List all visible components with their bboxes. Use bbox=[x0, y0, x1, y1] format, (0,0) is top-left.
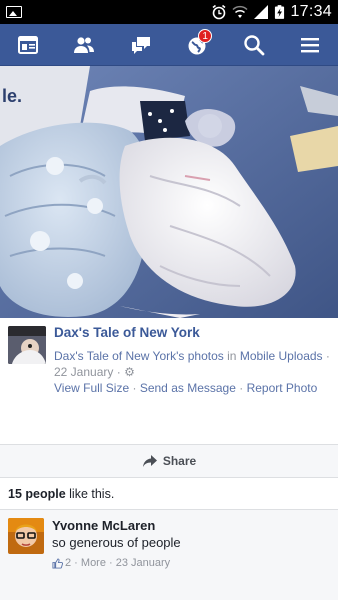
share-button[interactable]: Share bbox=[0, 444, 338, 478]
status-bar: 17:34 bbox=[0, 0, 338, 24]
album-owner-link[interactable]: Dax's Tale of New York's photos bbox=[54, 349, 224, 363]
dot-separator: · bbox=[116, 365, 121, 379]
messages-button[interactable] bbox=[123, 27, 159, 63]
card-spacer bbox=[0, 404, 338, 444]
like-thumb-icon bbox=[52, 557, 63, 569]
album-link[interactable]: Mobile Uploads bbox=[240, 349, 323, 363]
svg-text:le.: le. bbox=[2, 86, 22, 106]
post-photo[interactable]: le. bbox=[0, 66, 338, 318]
commenter-avatar[interactable] bbox=[8, 518, 44, 554]
page-avatar[interactable] bbox=[8, 326, 46, 364]
dot-separator: · bbox=[239, 381, 244, 395]
messages-icon bbox=[131, 36, 150, 54]
dot-separator: · bbox=[325, 349, 330, 363]
page-name-link[interactable]: Dax's Tale of New York bbox=[54, 324, 330, 342]
image-icon bbox=[6, 6, 22, 18]
send-as-message-link[interactable]: Send as Message bbox=[140, 381, 236, 395]
comment-text: so generous of people bbox=[52, 535, 181, 550]
report-photo-link[interactable]: Report Photo bbox=[247, 381, 318, 395]
share-arrow-icon bbox=[142, 455, 157, 467]
view-full-size-link[interactable]: View Full Size bbox=[54, 381, 129, 395]
post-meta: Dax's Tale of New York's photos in Mobil… bbox=[54, 348, 330, 380]
notification-badge: 1 bbox=[198, 28, 213, 43]
post-card: Dax's Tale of New York Dax's Tale of New… bbox=[0, 318, 338, 404]
comment-more-link[interactable]: More bbox=[81, 557, 106, 569]
menu-button[interactable] bbox=[292, 27, 328, 63]
commenter-name[interactable]: Yvonne McLaren bbox=[52, 518, 181, 534]
friends-button[interactable] bbox=[66, 27, 102, 63]
signal-icon bbox=[254, 5, 269, 19]
alarm-icon bbox=[212, 4, 226, 20]
likes-count: 15 people bbox=[8, 486, 66, 501]
privacy-gear-icon: ⚙ bbox=[124, 365, 135, 379]
news-feed-button[interactable] bbox=[10, 27, 46, 63]
search-button[interactable] bbox=[236, 27, 272, 63]
dot-separator: · bbox=[132, 381, 137, 395]
album-in-text: in bbox=[227, 349, 237, 363]
clock: 17:34 bbox=[290, 3, 332, 20]
menu-icon bbox=[300, 37, 319, 52]
comment-meta: 2 · More · 23 January bbox=[52, 557, 181, 569]
likes-suffix: like this. bbox=[69, 486, 115, 501]
notifications-button[interactable]: 1 bbox=[179, 27, 215, 63]
photo-actions: View Full Size · Send as Message · Repor… bbox=[54, 380, 330, 396]
search-icon bbox=[243, 34, 264, 55]
top-navbar: 1 bbox=[0, 24, 338, 66]
comment-like-count[interactable]: 2 bbox=[65, 557, 71, 569]
wifi-icon bbox=[232, 5, 248, 18]
news-feed-icon bbox=[18, 35, 38, 54]
battery-charging-icon bbox=[275, 5, 285, 19]
comment-item: Yvonne McLaren so generous of people 2 ·… bbox=[8, 518, 330, 569]
share-label: Share bbox=[162, 454, 197, 468]
comments-section: Yvonne McLaren so generous of people 2 ·… bbox=[0, 510, 338, 600]
post-date: 22 January bbox=[54, 365, 114, 379]
friends-icon bbox=[74, 36, 95, 53]
comment-date: 23 January bbox=[115, 557, 171, 569]
likes-summary[interactable]: 15 people like this. bbox=[0, 478, 338, 510]
